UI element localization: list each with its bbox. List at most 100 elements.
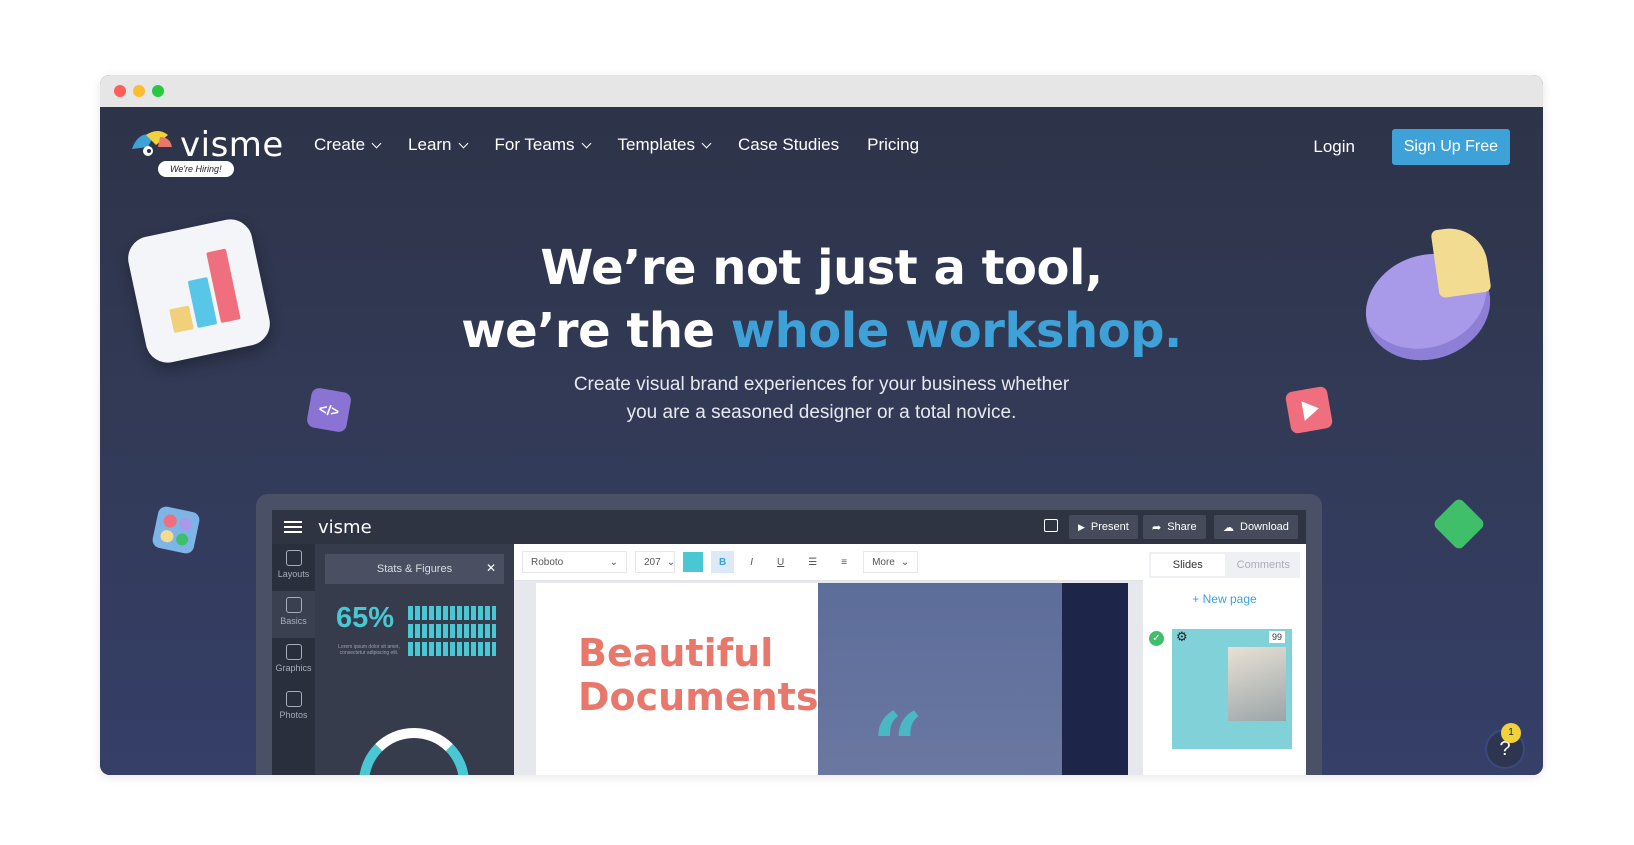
slides-panel: Slides Comments + New page ✓ ⚙ 99 bbox=[1143, 544, 1306, 775]
tab-slides: Slides bbox=[1151, 554, 1225, 576]
menu-pricing[interactable]: Pricing bbox=[867, 135, 919, 155]
panel-header: Stats & Figures ✕ bbox=[325, 554, 504, 584]
browser-window: visme We're Hiring! Create Learn For Tea… bbox=[100, 75, 1543, 775]
menu-learn-label: Learn bbox=[408, 135, 452, 154]
tool-layouts: Layouts bbox=[272, 544, 315, 591]
hero-title-line1: We’re not just a tool, bbox=[540, 240, 1103, 296]
cloud-download-icon: ☁ bbox=[1223, 521, 1234, 534]
layouts-icon bbox=[285, 550, 302, 566]
share-label: Share bbox=[1167, 521, 1197, 533]
top-navigation: visme We're Hiring! Create Learn For Tea… bbox=[100, 107, 1543, 187]
document-canvas: Beautiful Documents “ bbox=[514, 581, 1143, 775]
menu-for-teams[interactable]: For Teams bbox=[494, 135, 591, 155]
maximize-window-button[interactable] bbox=[152, 85, 164, 97]
panel-caption: Lorem ipsum dolor sit amet, consectetur … bbox=[338, 644, 400, 656]
tool-photos: Photos bbox=[272, 685, 315, 732]
menu-create[interactable]: Create bbox=[314, 135, 382, 155]
menu-case-studies[interactable]: Case Studies bbox=[738, 135, 839, 155]
chevron-down-icon: ⌄ bbox=[609, 556, 618, 568]
download-label: Download bbox=[1240, 521, 1289, 533]
tool-basics-label: Basics bbox=[280, 616, 307, 626]
menu-for-teams-label: For Teams bbox=[494, 135, 575, 154]
tab-comments: Comments bbox=[1236, 559, 1290, 571]
login-link[interactable]: Login bbox=[1313, 137, 1355, 157]
align-left-icon: ☰ bbox=[808, 556, 818, 568]
main-menu: Create Learn For Teams Templates Case St… bbox=[314, 135, 919, 155]
check-icon: ✓ bbox=[1149, 631, 1164, 646]
people-pictogram bbox=[408, 606, 496, 660]
hero-subtitle-line2: you are a seasoned designer or a total n… bbox=[626, 402, 1017, 423]
sign-up-free-button[interactable]: Sign Up Free bbox=[1391, 129, 1510, 165]
font-value: Roboto bbox=[531, 556, 564, 568]
hero-title-prefix: we’re the bbox=[461, 303, 731, 359]
tool-basics: Basics bbox=[272, 591, 315, 638]
photo-dark-edge bbox=[1062, 583, 1128, 775]
slide-thumbnail: ⚙ 99 bbox=[1172, 629, 1292, 749]
chevron-down-icon bbox=[458, 138, 468, 148]
mockup-share-button: ➦ Share bbox=[1143, 515, 1206, 539]
more-button: More ⌄ bbox=[863, 551, 919, 573]
new-page-button: + New page bbox=[1192, 592, 1257, 606]
bold-button: B bbox=[711, 551, 735, 573]
hero-title-accent: whole workshop. bbox=[730, 303, 1182, 359]
document-page: Beautiful Documents bbox=[536, 583, 818, 775]
underline-button: U bbox=[777, 556, 785, 568]
help-chat-button[interactable]: ? 1 bbox=[1485, 723, 1525, 769]
font-size-select: 207 ⌄ bbox=[635, 551, 675, 573]
text-format-toolbar: Roboto ⌄ 207 ⌄ B I U ☰ ≡ More ⌄ bbox=[514, 544, 1143, 581]
panel-title: Stats & Figures bbox=[376, 563, 453, 575]
hero-title-line2: we’re the whole workshop. bbox=[100, 300, 1543, 363]
minimize-window-button[interactable] bbox=[133, 85, 145, 97]
mockup-left-toolbar: Layouts Basics Graphics Photos bbox=[272, 544, 315, 775]
menu-templates-label: Templates bbox=[617, 135, 695, 154]
hiring-badge[interactable]: We're Hiring! bbox=[158, 161, 234, 177]
hamburger-menu-icon bbox=[284, 518, 302, 536]
tool-graphics-label: Graphics bbox=[275, 663, 312, 673]
italic-button: I bbox=[750, 556, 754, 568]
chevron-down-icon bbox=[371, 138, 382, 148]
visme-logo[interactable]: visme We're Hiring! bbox=[128, 125, 288, 183]
chevron-down-icon bbox=[701, 138, 712, 148]
mockup-topbar: visme ▶ Present ➦ Share ☁ Download bbox=[272, 510, 1306, 544]
window-titlebar bbox=[100, 75, 1543, 107]
font-select: Roboto ⌄ bbox=[522, 551, 627, 573]
present-label: Present bbox=[1090, 521, 1129, 533]
mockup-present-button: ▶ Present bbox=[1069, 515, 1138, 539]
hero-subtitle-line1: Create visual brand experiences for your… bbox=[573, 374, 1070, 395]
notification-badge: 1 bbox=[1501, 723, 1521, 743]
panel-stat: 65% bbox=[336, 602, 395, 634]
slide-thumbnail-image bbox=[1228, 647, 1286, 721]
tool-graphics: Graphics bbox=[272, 638, 315, 685]
chevron-down-icon: ⌄ bbox=[900, 556, 910, 568]
bullet-list-icon: ≡ bbox=[841, 556, 848, 568]
visme-logo-icon bbox=[132, 131, 172, 156]
menu-create-label: Create bbox=[314, 135, 366, 154]
play-icon: ▶ bbox=[1078, 521, 1085, 532]
menu-case-studies-label: Case Studies bbox=[738, 135, 840, 154]
text-color-swatch bbox=[683, 552, 703, 572]
photos-icon bbox=[285, 691, 302, 707]
graphics-icon bbox=[285, 644, 302, 660]
editor-mockup-frame: visme ▶ Present ➦ Share ☁ Download Layouts … bbox=[256, 494, 1322, 775]
grid-dot bbox=[162, 513, 178, 529]
chevron-down-icon: ⌄ bbox=[666, 556, 676, 568]
more-label: More bbox=[872, 556, 895, 568]
grid-dot bbox=[177, 516, 193, 532]
menu-learn[interactable]: Learn bbox=[408, 135, 468, 155]
slide-page-number: 99 bbox=[1268, 631, 1285, 643]
document-title: Beautiful Documents bbox=[578, 631, 818, 719]
chevron-down-icon bbox=[581, 138, 591, 148]
document-title-line2: Documents bbox=[578, 675, 819, 719]
mockup-logo: visme bbox=[318, 516, 372, 538]
hero-title: We’re not just a tool, we’re the whole w… bbox=[100, 237, 1543, 363]
close-window-button[interactable] bbox=[114, 85, 126, 97]
twitter-ring-graphic bbox=[359, 728, 469, 775]
hero-subtitle: Create visual brand experiences for your… bbox=[100, 371, 1543, 427]
font-size-value: 207 bbox=[644, 556, 661, 568]
editor-mockup: visme ▶ Present ➦ Share ☁ Download Layouts … bbox=[272, 510, 1306, 775]
menu-templates[interactable]: Templates bbox=[617, 135, 712, 155]
mockup-download-button: ☁ Download bbox=[1214, 515, 1298, 539]
visme-homepage: visme We're Hiring! Create Learn For Tea… bbox=[100, 107, 1543, 775]
document-photo: “ bbox=[818, 583, 1128, 775]
grid-dot bbox=[159, 528, 175, 544]
